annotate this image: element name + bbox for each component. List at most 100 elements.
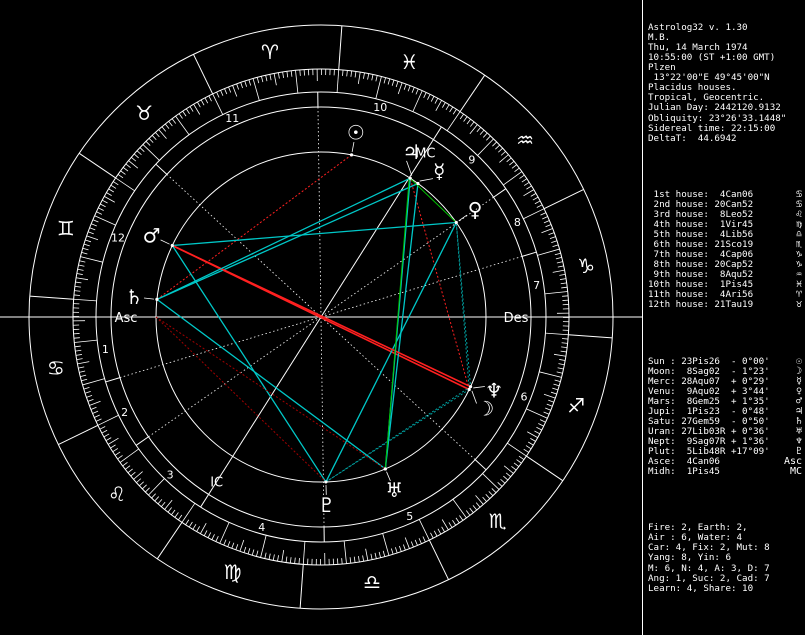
mars-icon: ♂ — [143, 224, 161, 248]
libra-icon: ♎ — [363, 570, 381, 594]
degree-tick — [260, 535, 267, 558]
row-glyph-icon: ♉ — [795, 299, 802, 311]
degree-tick — [363, 72, 365, 79]
degree-tick — [554, 379, 561, 382]
degree-tick — [178, 514, 183, 521]
pluto-icon: ♇ — [318, 493, 336, 517]
degree-tick — [290, 70, 293, 77]
degree-tick — [550, 391, 557, 395]
degree-tick — [108, 188, 114, 193]
degree-tick — [536, 426, 542, 431]
degree-tick — [112, 448, 119, 453]
degree-tick — [552, 269, 565, 273]
degree-tick — [185, 108, 190, 115]
degree-tick — [164, 123, 170, 129]
degree-tick — [378, 551, 381, 558]
degree-tick — [110, 444, 116, 449]
degree-tick — [185, 519, 190, 525]
degree-tick — [175, 115, 190, 135]
degree-tick — [74, 339, 98, 343]
degree-tick — [240, 82, 243, 89]
degree-tick — [394, 547, 398, 554]
degree-tick — [79, 260, 86, 263]
sign-boundary-line — [526, 455, 564, 482]
aspect-line — [155, 316, 386, 470]
degree-tick — [115, 177, 135, 192]
degree-tick — [231, 542, 235, 549]
degree-tick — [536, 204, 543, 208]
degree-tick — [395, 81, 399, 88]
degree-tick — [534, 430, 540, 435]
panel-divider — [642, 0, 643, 635]
chart-header-info: Astrolog32 v. 1.30 M.B. Thu, 14 March 1974… — [648, 23, 804, 144]
degree-tick — [136, 478, 142, 483]
uranus-icon: ♅ — [385, 478, 403, 502]
degree-tick — [442, 102, 446, 108]
header-line: Julian Day: 2442120.9132 — [648, 102, 781, 114]
degree-tick — [459, 113, 464, 120]
degree-tick — [89, 227, 96, 231]
degree-tick — [530, 438, 536, 442]
summary-line: Learn: 4, Share: 10 — [648, 582, 754, 594]
degree-tick — [125, 163, 131, 168]
degree-tick — [402, 544, 406, 551]
degree-tick — [208, 95, 212, 102]
degree-tick — [256, 550, 259, 557]
degree-tick — [286, 71, 289, 78]
degree-tick — [528, 441, 534, 446]
degree-tick — [509, 160, 515, 166]
capricorn-icon: ♑ — [577, 254, 595, 278]
degree-tick — [171, 509, 176, 516]
degree-tick — [200, 523, 207, 534]
degree-tick — [463, 116, 468, 122]
degree-tick — [559, 359, 566, 361]
degree-tick — [100, 203, 106, 208]
degree-tick — [94, 215, 116, 226]
degree-tick — [103, 433, 110, 438]
degree-tick — [448, 522, 453, 528]
degree-tick — [518, 455, 525, 460]
house-cusp-tick — [105, 377, 121, 383]
degree-tick — [488, 491, 494, 496]
degree-tick — [503, 171, 523, 186]
astrology-chart-wheel: ♈♉♊♋♌♍ ♎♏♐♑♒♓ 123456789101112 ☉☽☿♀♂♃♄♅♆♇ … — [0, 24, 642, 610]
planet-positions-list: Sun : 23Pis26 - 0°00' ☉ Moon: 8Sag02 - 1°2… — [648, 356, 804, 478]
degree-tick — [410, 541, 414, 548]
degree-tick — [452, 109, 457, 115]
degree-tick — [553, 353, 566, 357]
degree-tick — [248, 79, 252, 86]
degree-tick — [349, 557, 352, 564]
house-number-label: 1 — [102, 343, 109, 356]
degree-tick — [174, 512, 179, 518]
degree-tick — [404, 537, 410, 549]
house-cusp-line — [208, 316, 322, 495]
degree-tick — [446, 111, 461, 131]
degree-tick — [477, 138, 494, 156]
planet-dot — [467, 387, 471, 392]
ic-label: IC — [210, 476, 223, 491]
degree-tick — [498, 147, 503, 153]
degree-tick — [435, 100, 442, 111]
house-number-label: 2 — [121, 406, 128, 419]
degree-tick — [507, 442, 527, 457]
degree-tick — [548, 232, 555, 236]
degree-tick — [558, 363, 565, 366]
house-number-label: 5 — [406, 510, 413, 523]
degree-tick — [90, 406, 97, 410]
degree-tick — [139, 147, 145, 152]
degree-tick — [485, 494, 491, 499]
degree-tick — [526, 408, 548, 419]
degree-tick — [73, 337, 80, 339]
degree-tick — [449, 106, 454, 113]
degree-tick — [77, 268, 84, 271]
degree-tick — [519, 174, 525, 179]
degree-tick — [228, 86, 232, 93]
degree-tick — [559, 273, 566, 276]
degree-tick — [362, 555, 365, 562]
degree-tick — [102, 199, 108, 204]
degree-tick — [545, 332, 569, 336]
leo-icon: ♌ — [108, 482, 126, 506]
degree-tick — [357, 72, 361, 85]
sign-boundary-line — [299, 564, 304, 609]
sign-boundary-line — [193, 54, 214, 95]
